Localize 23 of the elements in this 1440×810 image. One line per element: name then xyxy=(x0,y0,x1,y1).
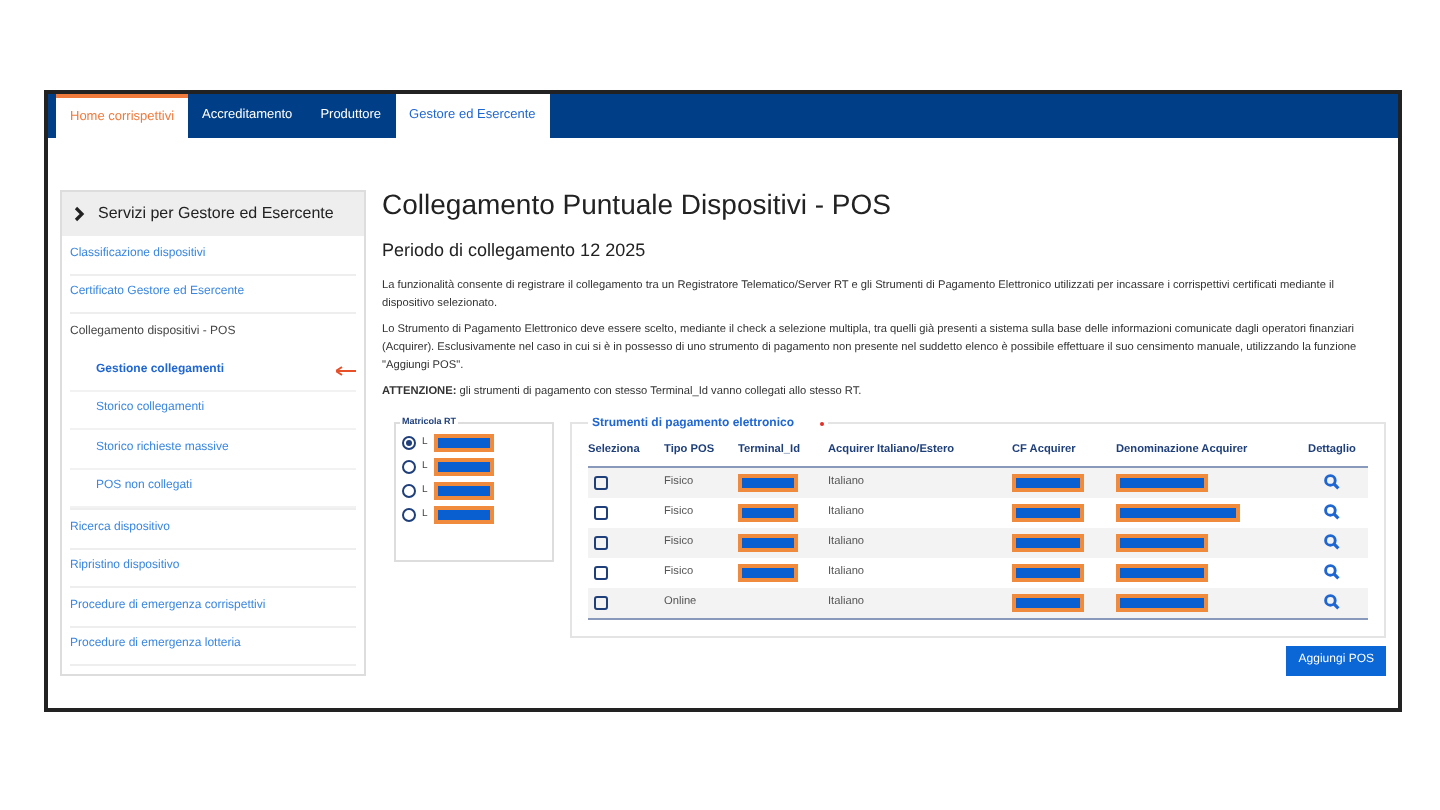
checkbox[interactable] xyxy=(594,505,608,519)
search-icon xyxy=(1324,594,1340,610)
search-icon xyxy=(1324,564,1340,580)
search-icon xyxy=(1324,534,1340,550)
detail-button[interactable] xyxy=(1324,504,1340,520)
detail-button[interactable] xyxy=(1324,474,1340,490)
checkbox[interactable] xyxy=(594,475,608,489)
page-subtitle: Periodo di collegamento 12 2025 xyxy=(382,238,648,264)
checkbox[interactable] xyxy=(594,535,608,549)
chevron-icon xyxy=(74,206,86,222)
sidebar-title: Servizi per Gestore ed Esercente xyxy=(98,202,334,226)
checkbox[interactable] xyxy=(594,595,608,609)
checkbox[interactable] xyxy=(594,565,608,579)
radio-button[interactable] xyxy=(402,460,416,474)
detail-button[interactable] xyxy=(1324,594,1340,610)
page-title: Collegamento Puntuale Dispositivi - POS xyxy=(382,190,893,218)
search-icon xyxy=(1324,474,1340,490)
radio-button[interactable] xyxy=(402,508,416,522)
radio-button[interactable] xyxy=(402,436,416,450)
detail-button[interactable] xyxy=(1324,534,1340,550)
search-icon xyxy=(1324,504,1340,520)
detail-button[interactable] xyxy=(1324,564,1340,580)
radio-button[interactable] xyxy=(402,484,416,498)
